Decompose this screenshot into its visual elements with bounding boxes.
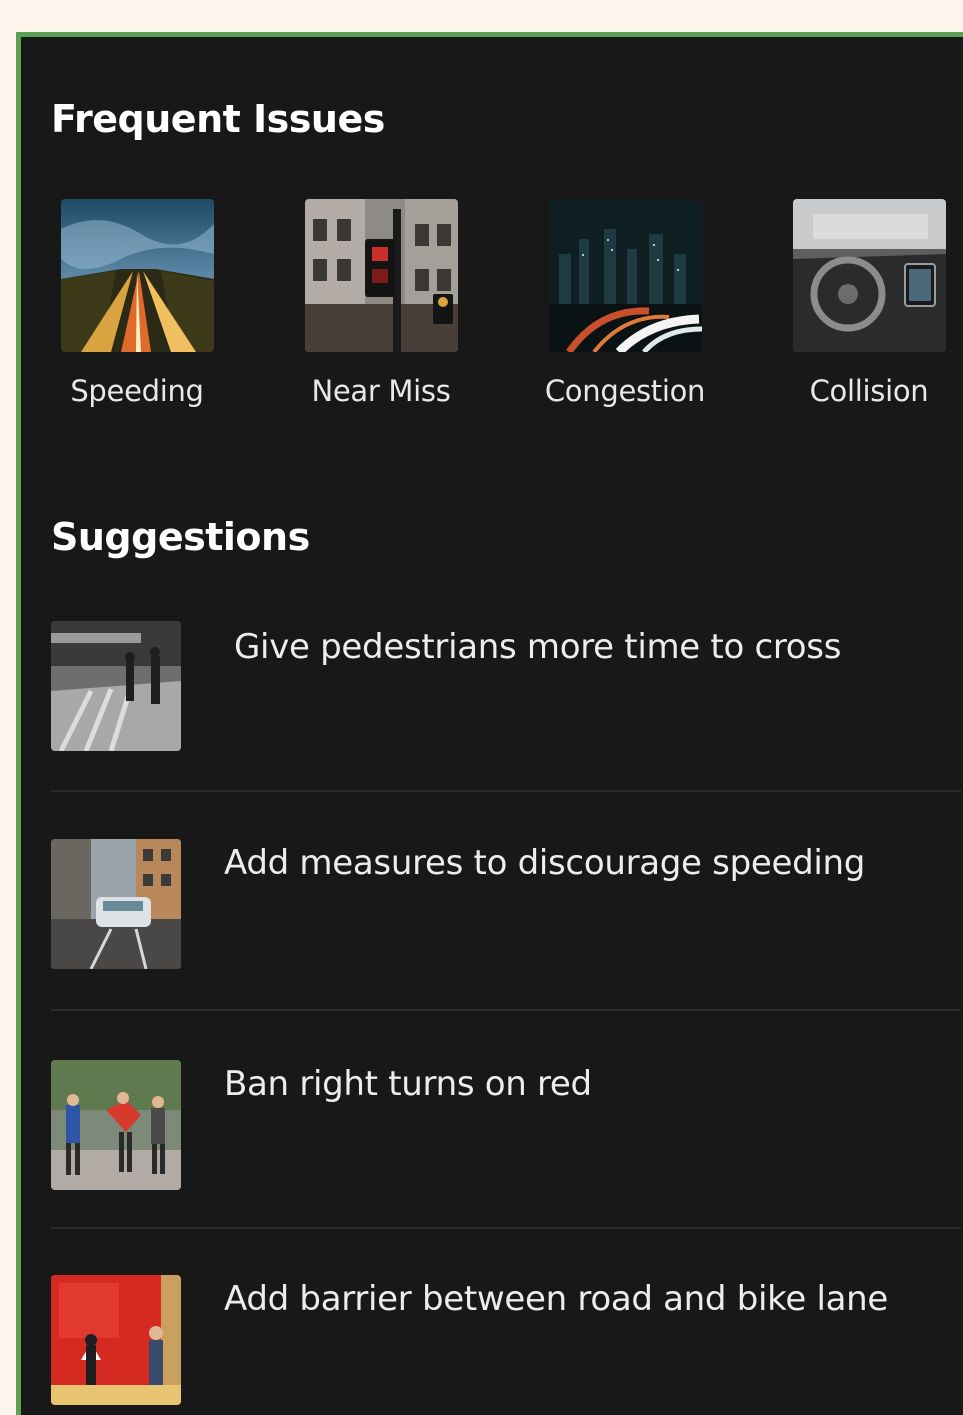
divider: [51, 1227, 961, 1229]
suggestion-text: Add barrier between road and bike lane: [224, 1279, 889, 1319]
crosswalk-pedestrians-image: [51, 621, 181, 751]
city-night-traffic-image: [548, 199, 702, 352]
people-walking-street-image: [51, 1060, 181, 1190]
issue-congestion[interactable]: Congestion: [525, 199, 725, 408]
issue-speeding[interactable]: Speeding: [37, 199, 237, 408]
suggestions-title: Suggestions: [51, 515, 310, 559]
issue-label: Congestion: [544, 374, 706, 408]
issue-collision[interactable]: Collision: [769, 199, 963, 408]
suggestion-item[interactable]: Give pedestrians more time to cross: [51, 621, 961, 811]
highway-light-trails-image: [60, 199, 214, 352]
issue-label: Collision: [809, 374, 929, 408]
frequent-issues-title: Frequent Issues: [51, 97, 385, 141]
suggestion-text: Ban right turns on red: [224, 1064, 592, 1104]
insights-panel: Frequent Issues Speeding Near Miss Conge…: [16, 32, 963, 1415]
red-caution-sign-image: [51, 1275, 181, 1405]
issue-label: Near Miss: [311, 374, 451, 408]
suggestion-text: Give pedestrians more time to cross: [234, 627, 842, 667]
street-car-image: [51, 839, 181, 969]
traffic-signal-street-image: [304, 199, 458, 352]
issue-near-miss[interactable]: Near Miss: [281, 199, 481, 408]
suggestion-item[interactable]: Add measures to discourage speeding: [51, 839, 961, 1029]
suggestion-text: Add measures to discourage speeding: [224, 843, 866, 883]
divider: [51, 790, 961, 792]
issue-label: Speeding: [70, 374, 204, 408]
suggestion-item[interactable]: Ban right turns on red: [51, 1060, 961, 1250]
divider: [51, 1009, 961, 1011]
suggestion-item[interactable]: Add barrier between road and bike lane: [51, 1275, 961, 1415]
car-dashboard-interior-image: [792, 199, 946, 352]
